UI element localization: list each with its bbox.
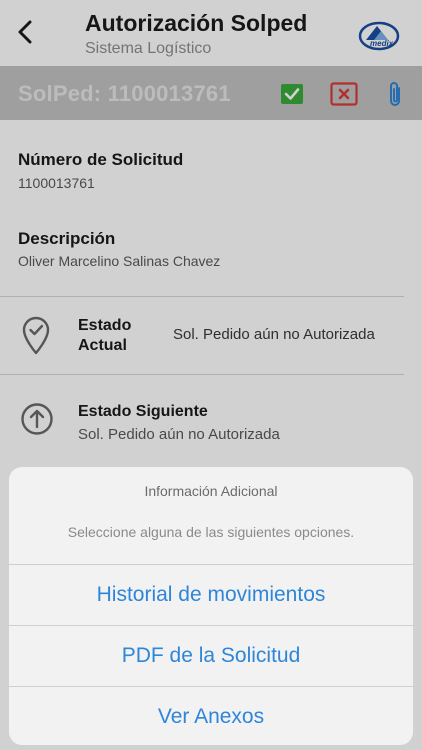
action-sheet-message: Seleccione alguna de las siguientes opci… (67, 524, 355, 540)
option-pdf-button[interactable]: PDF de la Solicitud (9, 626, 413, 686)
action-sheet: Información Adicional Seleccione alguna … (9, 467, 413, 745)
option-anexos-button[interactable]: Ver Anexos (9, 687, 413, 745)
action-sheet-title: Información Adicional (144, 483, 278, 499)
option-historial-button[interactable]: Historial de movimientos (9, 565, 413, 625)
